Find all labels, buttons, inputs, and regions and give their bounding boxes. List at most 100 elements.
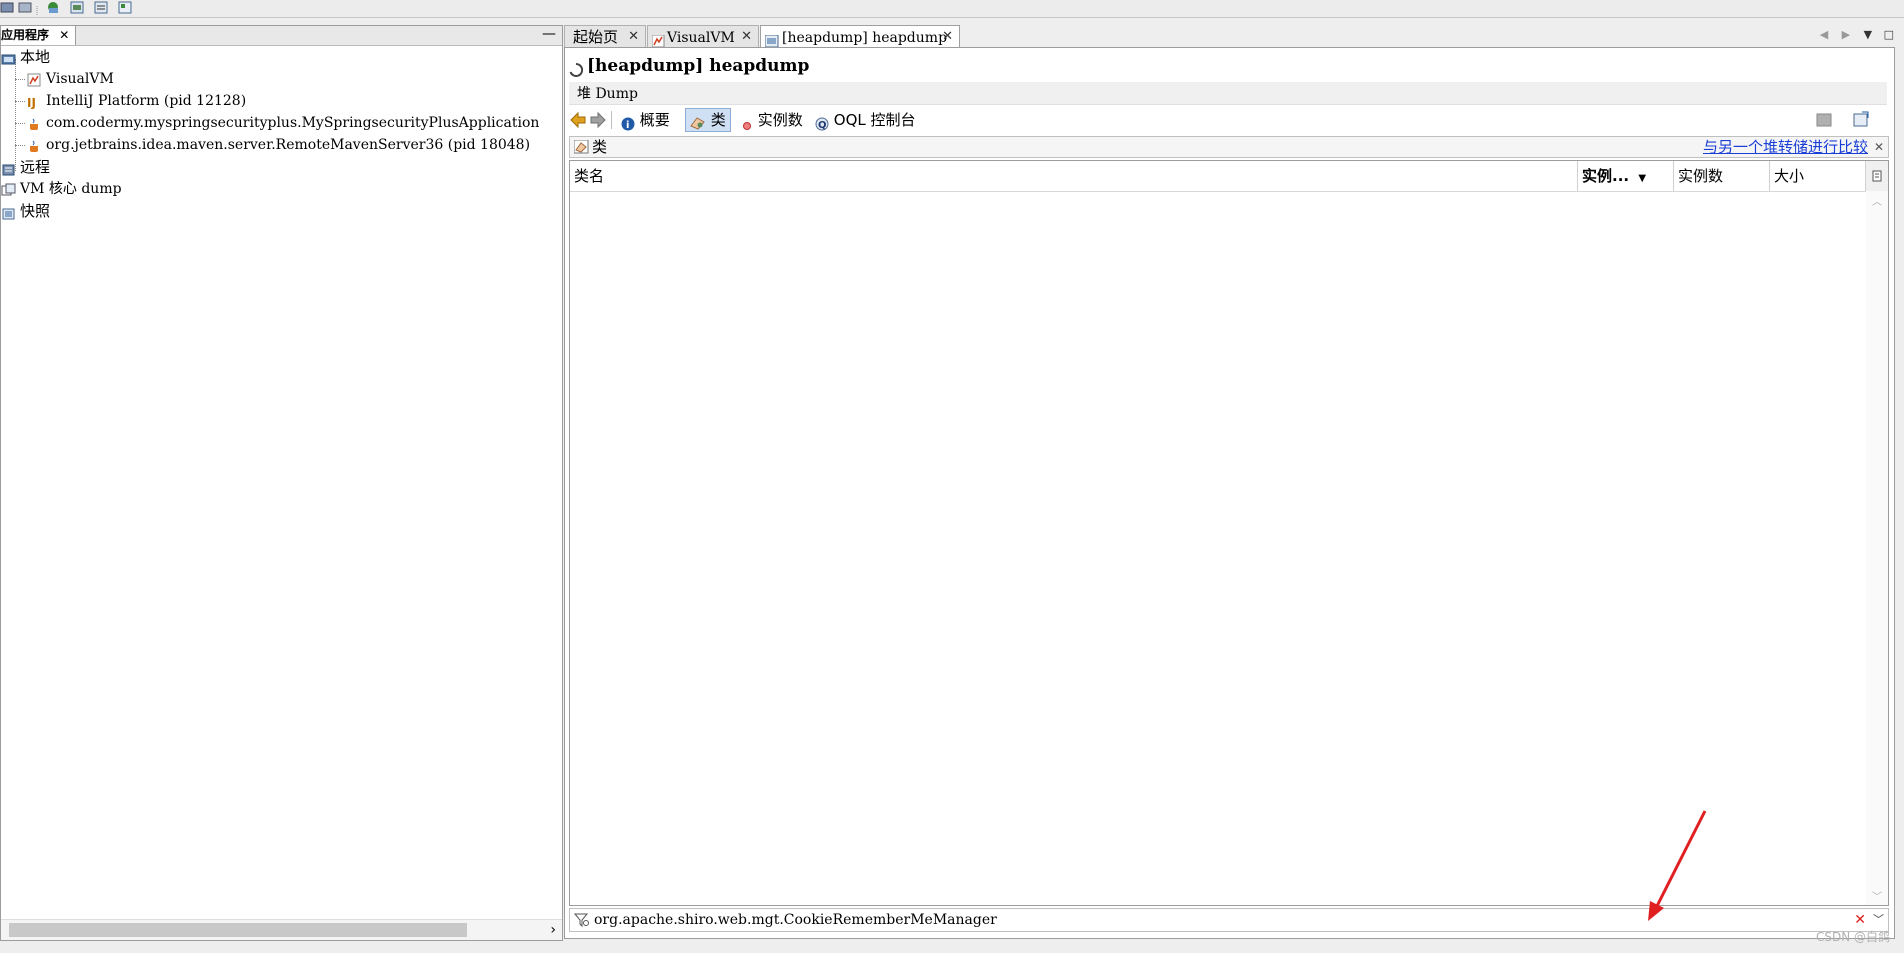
svg-text:Q: Q	[818, 120, 827, 131]
oql-icon: Q	[815, 114, 829, 131]
forward-arrow-icon	[590, 111, 606, 129]
clear-filter-icon[interactable]: ✕	[1854, 910, 1866, 930]
snapshot-icon	[1, 205, 16, 219]
classes-button-label: 类	[710, 111, 726, 129]
classes-button[interactable]: 类	[685, 108, 731, 132]
remote-host-icon	[1, 161, 16, 175]
tab-heapdump-label: [heapdump] heapdump	[782, 30, 948, 46]
tab-applications[interactable]: 应用程序 ✕	[1, 26, 77, 45]
tree-node-local-label: 本地	[20, 48, 51, 66]
back-button[interactable]	[569, 108, 587, 132]
column-header-instance-count[interactable]: 实例数	[1674, 161, 1770, 191]
column-instances-percent-label: 实例...	[1582, 167, 1630, 185]
close-icon[interactable]: ✕	[741, 26, 752, 48]
applications-tab-strip: 应用程序 ✕ —	[1, 26, 562, 46]
tree-guide-line	[15, 79, 25, 80]
column-size-label: 大小	[1774, 167, 1805, 185]
applications-panel: 应用程序 ✕ — 本地 VisualVM IJ IntelliJ Platfor…	[0, 25, 563, 941]
tab-visualvm-label: VisualVM	[667, 30, 735, 46]
tree-node-visualvm[interactable]: VisualVM	[27, 68, 114, 90]
instances-button-label: 实例数	[757, 111, 803, 129]
tree-node-vm-core-dump[interactable]: VM 核心 dump	[1, 178, 122, 200]
close-icon[interactable]: ✕	[628, 26, 639, 48]
tree-node-maven-server[interactable]: org.jetbrains.idea.maven.server.RemoteMa…	[27, 134, 530, 156]
tree-node-spring-app-label: com.codermy.myspringsecurityplus.MySprin…	[46, 115, 540, 131]
column-header-size[interactable]: 大小	[1770, 161, 1866, 191]
open-app-icon[interactable]	[0, 0, 14, 13]
classes-panel-label: 类	[592, 138, 608, 156]
instances-button[interactable]: 实例数	[737, 108, 807, 132]
minimize-panel-button[interactable]: —	[542, 26, 556, 43]
editor-area: 起始页 ✕ VisualVM ✕ [heapdump] heapdump ✕ ◀…	[564, 25, 1904, 939]
heap-dump-icon[interactable]	[70, 0, 84, 14]
vertical-scrollbar[interactable]: ︿ ﹀	[1866, 191, 1888, 905]
horizontal-scrollbar[interactable]: ›	[1, 919, 562, 940]
intellij-icon: IJ	[27, 94, 42, 110]
oql-console-button[interactable]: Q OQL 控制台	[811, 108, 920, 132]
tree-node-maven-server-label: org.jetbrains.idea.maven.server.RemoteMa…	[46, 137, 531, 153]
profiler-snapshot-icon[interactable]	[118, 0, 132, 14]
tree-guide-line	[15, 145, 25, 146]
compare-heapdump-link[interactable]: 与另一个堆转储进行比较	[1703, 137, 1868, 157]
classes-panel-header: 类 与另一个堆转储进行比较 ✕	[569, 136, 1889, 158]
tab-applications-label: 应用程序	[1, 28, 50, 42]
thread-dump-icon[interactable]	[94, 0, 108, 14]
summary-button[interactable]: i 概要	[617, 108, 674, 132]
tree-node-local[interactable]: 本地	[1, 46, 50, 68]
tree-node-snapshots-label: 快照	[20, 202, 51, 220]
tab-heapdump[interactable]: [heapdump] heapdump ✕	[760, 25, 960, 47]
column-chooser-icon	[1872, 170, 1882, 182]
heapdump-icon	[764, 32, 779, 47]
save-icon[interactable]	[18, 0, 32, 13]
heapdump-title-row: [heapdump] heapdump	[569, 54, 809, 78]
scroll-up-icon[interactable]: ︿	[1872, 193, 1882, 208]
tab-navigation: ◀ ▶ ▼ □	[1820, 25, 1894, 45]
classes-icon	[690, 114, 706, 130]
tab-visualvm[interactable]: VisualVM ✕	[647, 25, 759, 47]
scroll-down-icon[interactable]: ﹀	[1872, 888, 1882, 903]
add-jmx-connection-icon[interactable]	[46, 0, 60, 13]
class-filter-input[interactable]	[594, 911, 1814, 929]
close-icon[interactable]: ✕	[1874, 137, 1884, 157]
filter-history-dropdown-icon[interactable]: ﹀	[1873, 910, 1884, 930]
scroll-tabs-left-icon[interactable]: ◀	[1820, 28, 1828, 41]
close-icon[interactable]: ✕	[942, 26, 953, 48]
column-class-name-label: 类名	[574, 167, 605, 185]
filter-icon	[573, 912, 590, 928]
tab-list-dropdown-icon[interactable]: ▼	[1864, 28, 1872, 41]
tree-node-vm-core-dump-label: VM 核心 dump	[20, 181, 122, 197]
core-dump-icon	[1, 182, 16, 196]
tree-guide-line	[15, 59, 16, 171]
svg-text:IJ: IJ	[27, 96, 36, 109]
scroll-tabs-right-icon[interactable]: ▶	[1842, 28, 1850, 41]
tree-node-intellij[interactable]: IJ IntelliJ Platform (pid 12128)	[27, 90, 246, 112]
instance-dot-icon	[741, 115, 753, 130]
classes-table: 类名 实例... ▼ 实例数 大小 ︿ ﹀	[569, 160, 1889, 906]
scrollbar-thumb[interactable]	[9, 923, 467, 937]
scroll-right-arrow-icon[interactable]: ›	[550, 920, 556, 940]
snapshot-save-button[interactable]	[1816, 108, 1832, 132]
close-icon[interactable]: ✕	[59, 28, 69, 42]
export-icon	[1853, 111, 1869, 127]
column-chooser-button[interactable]	[1866, 161, 1888, 191]
tab-start-page[interactable]: 起始页 ✕	[564, 25, 646, 47]
heap-dump-section-label: 堆 Dump	[577, 86, 638, 102]
info-icon: i	[621, 114, 635, 131]
column-header-class-name[interactable]: 类名	[570, 161, 1578, 191]
tree-node-remote[interactable]: 远程	[1, 156, 50, 178]
back-arrow-icon	[570, 111, 586, 129]
java-cup-icon	[27, 138, 42, 152]
save-snapshot-icon	[1816, 113, 1832, 127]
toolbar-separator	[611, 111, 612, 129]
tree-node-spring-app[interactable]: com.codermy.myspringsecurityplus.MySprin…	[27, 112, 539, 134]
oql-console-button-label: OQL 控制台	[833, 111, 916, 129]
forward-button[interactable]	[589, 108, 607, 132]
computer-icon	[1, 51, 16, 65]
tree-node-visualvm-label: VisualVM	[46, 71, 114, 87]
export-button[interactable]	[1852, 108, 1870, 132]
column-header-instances-percent[interactable]: 实例... ▼	[1578, 161, 1674, 191]
tree-node-snapshots[interactable]: 快照	[1, 200, 50, 222]
heap-dump-section-bar: 堆 Dump	[569, 82, 1887, 105]
table-header: 类名 实例... ▼ 实例数 大小	[570, 161, 1888, 192]
maximize-icon[interactable]: □	[1884, 28, 1894, 41]
